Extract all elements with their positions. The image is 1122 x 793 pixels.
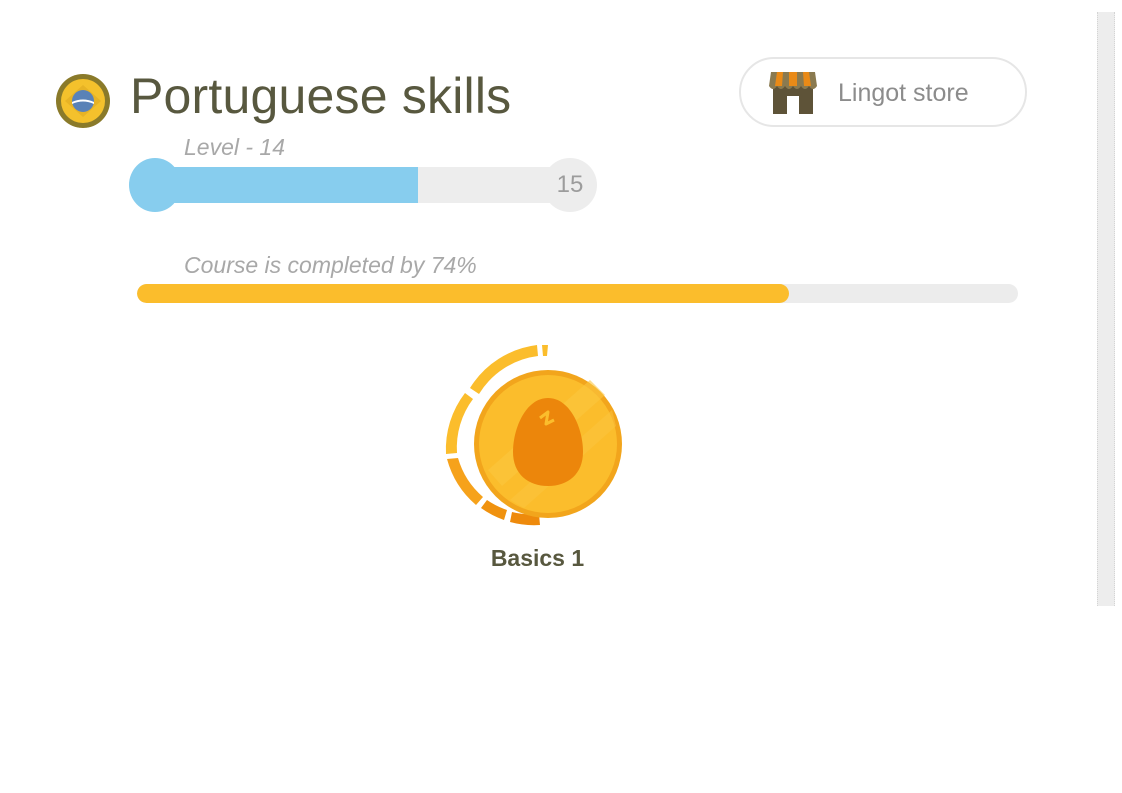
scrollbar[interactable]	[1097, 12, 1115, 606]
skill-label: Basics 1	[490, 545, 585, 571]
skill-icon	[445, 344, 622, 526]
brazil-flag-icon	[56, 74, 110, 128]
course-progress-fill	[137, 284, 789, 303]
level-label: Level - 14	[184, 134, 286, 160]
page-title: Portuguese skills	[130, 68, 512, 124]
shop-icon	[769, 72, 817, 114]
lingot-store-button[interactable]: Lingot store	[739, 57, 1027, 127]
level-progress-bar: 15	[129, 158, 597, 212]
course-progress-bar	[137, 284, 1018, 303]
lingot-store-label: Lingot store	[838, 79, 969, 107]
course-completion-label: Course is completed by 74%	[184, 252, 477, 278]
current-level-knob	[129, 158, 181, 212]
skill-basics-1[interactable]: Basics 1	[440, 340, 635, 580]
next-level-number: 15	[556, 171, 584, 198]
level-progress-fill	[149, 167, 418, 203]
app: Portuguese skills Lingot store Level - 1…	[0, 0, 1122, 793]
